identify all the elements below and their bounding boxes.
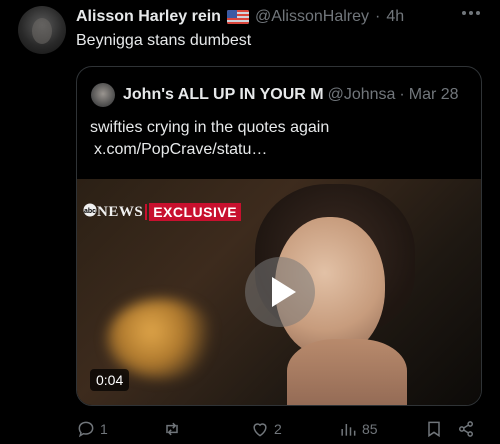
reply-icon	[78, 421, 94, 438]
quoted-tweet-card[interactable]: John's ALL UP IN YOUR M @Johnsa · Mar 28…	[76, 66, 482, 406]
reply-count: 1	[100, 421, 108, 437]
quoted-tweet-text: swifties crying in the quotes again	[90, 119, 330, 136]
repost-button[interactable]	[162, 418, 186, 440]
author-avatar[interactable]	[18, 6, 66, 54]
tweet-actions-bar: 1 2 85	[76, 418, 480, 440]
abc-news-logo: abc NEWS EXCLUSIVE	[83, 203, 242, 222]
share-icon	[459, 421, 473, 437]
quoted-author-name[interactable]: John's ALL UP IN YOUR M	[123, 86, 324, 104]
abc-logo-icon: abc	[83, 203, 97, 222]
tweet-header: Alisson Harley rein @AlissonHalrey · 4h	[76, 6, 404, 28]
quoted-author-handle[interactable]: @Johnsa	[328, 86, 396, 104]
share-button[interactable]	[456, 418, 476, 440]
logo-divider	[145, 204, 148, 220]
quoted-tweet-link[interactable]: x.com/PopCrave/statu…	[94, 139, 267, 161]
quoted-tweet-header: John's ALL UP IN YOUR M @Johnsa · Mar 28	[123, 83, 459, 107]
author-name[interactable]: Alisson Harley rein	[76, 8, 221, 26]
exclusive-badge: EXCLUSIVE	[149, 203, 242, 221]
tweet-time[interactable]: 4h	[386, 8, 404, 26]
analytics-icon	[341, 424, 356, 436]
quoted-author-avatar[interactable]	[91, 83, 115, 107]
network-label: NEWS	[97, 203, 144, 220]
video-duration: 0:04	[90, 369, 130, 391]
quoted-tweet-time[interactable]: Mar 28	[409, 86, 459, 104]
separator-dot: ·	[375, 8, 381, 25]
heart-icon	[253, 423, 267, 437]
reply-button[interactable]: 1	[76, 418, 108, 440]
repost-icon	[166, 422, 178, 436]
bookmark-icon	[428, 421, 440, 438]
separator-dot: ·	[399, 86, 405, 103]
tweet-text: Beynigga stans dumbest	[76, 32, 252, 49]
svg-text:abc: abc	[84, 208, 96, 215]
play-icon[interactable]	[245, 257, 315, 327]
like-button[interactable]: 2	[250, 418, 282, 440]
bookmark-button[interactable]	[424, 418, 444, 440]
views-button[interactable]: 85	[338, 418, 378, 440]
video-player[interactable]: abc NEWS EXCLUSIVE 0:04	[77, 179, 481, 405]
author-handle[interactable]: @AlissonHalrey	[255, 8, 369, 26]
video-background-flowers	[107, 299, 217, 379]
us-flag-icon	[226, 10, 249, 24]
views-count: 85	[362, 421, 378, 437]
like-count: 2	[274, 421, 282, 437]
more-options-icon[interactable]	[458, 4, 484, 26]
video-person-neck	[287, 339, 407, 405]
